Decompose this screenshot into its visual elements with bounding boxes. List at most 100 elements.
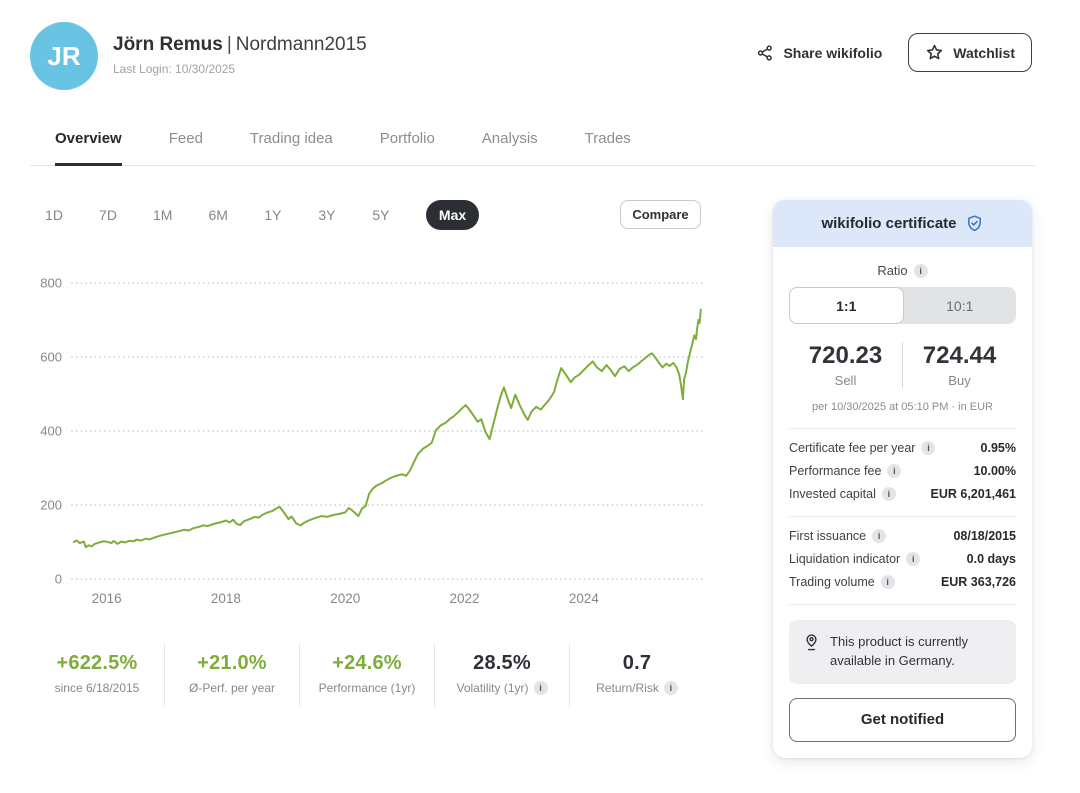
kv-value: 08/18/2015 <box>953 529 1016 543</box>
kv-value: EUR 363,726 <box>941 575 1016 589</box>
liquidation-indicator-row: Liquidation indicator i 0.0 days <box>789 552 1016 566</box>
kv-label: Liquidation indicator <box>789 552 900 566</box>
tab-portfolio[interactable]: Portfolio <box>380 130 435 165</box>
svg-text:2020: 2020 <box>330 591 360 606</box>
sell-price: 720.23 <box>789 342 902 370</box>
svg-text:0: 0 <box>55 572 62 587</box>
shield-check-icon <box>965 214 984 233</box>
wikifolio-certificate-card: wikifolio certificate Ratio i 1:1 10:1 7… <box>773 200 1032 758</box>
avatar: JR <box>30 22 98 90</box>
info-icon[interactable]: i <box>914 264 928 278</box>
tab-feed[interactable]: Feed <box>169 130 203 165</box>
sell-label: Sell <box>789 373 902 388</box>
stat-total-performance: +622.5% since 6/18/2015 <box>30 644 164 707</box>
range-1m[interactable]: 1M <box>153 207 172 223</box>
tab-trades[interactable]: Trades <box>585 130 631 165</box>
range-5y[interactable]: 5Y <box>372 207 390 223</box>
info-icon[interactable]: i <box>872 529 886 543</box>
svg-text:200: 200 <box>40 498 62 513</box>
divider <box>789 604 1016 605</box>
header-actions: Share wikifolio Watchlist <box>756 33 1032 72</box>
range-1y[interactable]: 1Y <box>264 207 282 223</box>
stat-performance-1yr: +24.6% Performance (1yr) <box>299 644 434 707</box>
availability-notice: This product is currently available in G… <box>789 620 1016 684</box>
kv-label: Invested capital <box>789 487 876 501</box>
range-6m[interactable]: 6M <box>208 207 227 223</box>
info-icon[interactable]: i <box>882 487 896 501</box>
stat-return-risk: 0.7 Return/Riski <box>569 644 704 707</box>
buy-label: Buy <box>903 373 1016 388</box>
ratio-option-1-1[interactable]: 1:1 <box>789 287 904 324</box>
key-figures-row: +622.5% since 6/18/2015 +21.0% Ø-Perf. p… <box>30 644 704 707</box>
chart-range-selector: 1D 7D 1M 6M 1Y 3Y 5Y Max <box>45 200 479 230</box>
ratio-label: Ratio <box>877 263 907 278</box>
wikifolio-name: Nordmann2015 <box>236 34 367 55</box>
first-issuance-row: First issuance i 08/18/2015 <box>789 529 1016 543</box>
info-icon[interactable]: i <box>534 681 548 695</box>
svg-text:2016: 2016 <box>92 591 122 606</box>
range-max[interactable]: Max <box>426 200 479 230</box>
svg-text:400: 400 <box>40 424 62 439</box>
ratio-option-10-1[interactable]: 10:1 <box>904 287 1017 324</box>
sell-price-block: 720.23 Sell <box>789 342 903 388</box>
watchlist-button[interactable]: Watchlist <box>908 33 1032 72</box>
info-icon[interactable]: i <box>906 552 920 566</box>
kv-label: Certificate fee per year <box>789 441 915 455</box>
trading-volume-row: Trading volume i EUR 363,726 <box>789 575 1016 589</box>
tab-analysis[interactable]: Analysis <box>482 130 538 165</box>
stat-volatility-1yr: 28.5% Volatility (1yr) i <box>434 644 569 707</box>
kv-label: Trading volume <box>789 575 875 589</box>
stat-value: +622.5% <box>34 652 160 675</box>
svg-text:2022: 2022 <box>450 591 480 606</box>
compare-button[interactable]: Compare <box>620 200 701 229</box>
ratio-toggle: 1:1 10:1 <box>789 287 1016 324</box>
range-7d[interactable]: 7D <box>99 207 117 223</box>
svg-text:2024: 2024 <box>569 591 600 606</box>
share-wikifolio-button[interactable]: Share wikifolio <box>756 44 882 62</box>
performance-fee-row: Performance feei 10.00% <box>789 464 1016 478</box>
info-icon[interactable]: i <box>921 441 935 455</box>
ratio-row: Ratio i <box>789 263 1016 278</box>
trader-name: Jörn Remus <box>113 34 223 55</box>
availability-text: This product is currently available in G… <box>830 633 1002 671</box>
stat-value: 28.5% <box>439 652 565 675</box>
kv-label: First issuance <box>789 529 866 543</box>
info-icon[interactable]: i <box>887 464 901 478</box>
buy-price-block: 724.44 Buy <box>903 342 1016 388</box>
stat-avg-performance-per-year: +21.0% Ø-Perf. per year <box>164 644 299 707</box>
last-login: Last Login: 10/30/2025 <box>113 62 367 76</box>
tab-bar: Overview Feed Trading idea Portfolio Ana… <box>30 130 1035 166</box>
stat-label: Performance (1yr) <box>319 681 416 695</box>
svg-text:800: 800 <box>40 276 62 291</box>
page-title: Jörn Remus|Nordmann2015 <box>113 34 367 56</box>
tab-overview[interactable]: Overview <box>55 130 122 166</box>
stat-label: Return/Risk <box>596 681 659 695</box>
price-timestamp: per 10/30/2025 at 05:10 PM · in EUR <box>789 401 1016 413</box>
range-3y[interactable]: 3Y <box>318 207 336 223</box>
stat-label: Volatility (1yr) <box>456 681 528 695</box>
buy-price: 724.44 <box>903 342 1016 370</box>
info-icon[interactable]: i <box>664 681 678 695</box>
share-label: Share wikifolio <box>783 45 882 61</box>
stat-value: +21.0% <box>169 652 295 675</box>
certificate-card-header: wikifolio certificate <box>773 200 1032 247</box>
divider <box>789 428 1016 429</box>
range-1d[interactable]: 1D <box>45 207 63 223</box>
svg-text:2018: 2018 <box>211 591 241 606</box>
stat-label: Ø-Perf. per year <box>189 681 275 695</box>
kv-value: 0.0 days <box>967 552 1016 566</box>
divider <box>789 516 1016 517</box>
certificate-card-body: Ratio i 1:1 10:1 720.23 Sell 724.44 Buy … <box>773 247 1032 758</box>
tab-trading-idea[interactable]: Trading idea <box>250 130 333 165</box>
kv-value: 0.95% <box>981 441 1016 455</box>
wikifolio-profile-page: JR Jörn Remus|Nordmann2015 Last Login: 1… <box>0 0 1080 793</box>
performance-chart[interactable]: 020040060080020162018202020222024 <box>30 262 710 612</box>
watchlist-label: Watchlist <box>953 45 1015 61</box>
invested-capital-row: Invested capitali EUR 6,201,461 <box>789 487 1016 501</box>
profile-info: Jörn Remus|Nordmann2015 Last Login: 10/3… <box>113 34 367 76</box>
get-notified-button[interactable]: Get notified <box>789 698 1016 742</box>
title-separator: | <box>223 34 236 55</box>
info-icon[interactable]: i <box>881 575 895 589</box>
certificate-fee-row: Certificate fee per year i 0.95% <box>789 441 1016 455</box>
star-icon <box>925 43 944 62</box>
